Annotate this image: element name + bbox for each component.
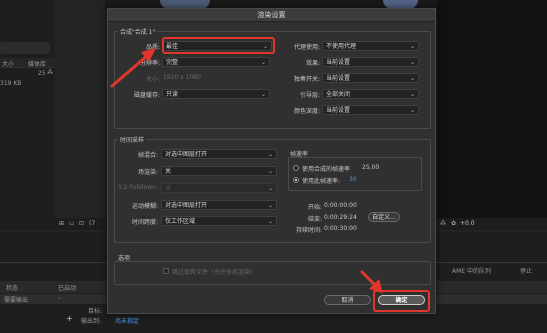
quality-arrow-icon <box>110 48 156 88</box>
annotation-arrows <box>110 48 383 293</box>
ok-arrow-icon <box>360 270 383 293</box>
